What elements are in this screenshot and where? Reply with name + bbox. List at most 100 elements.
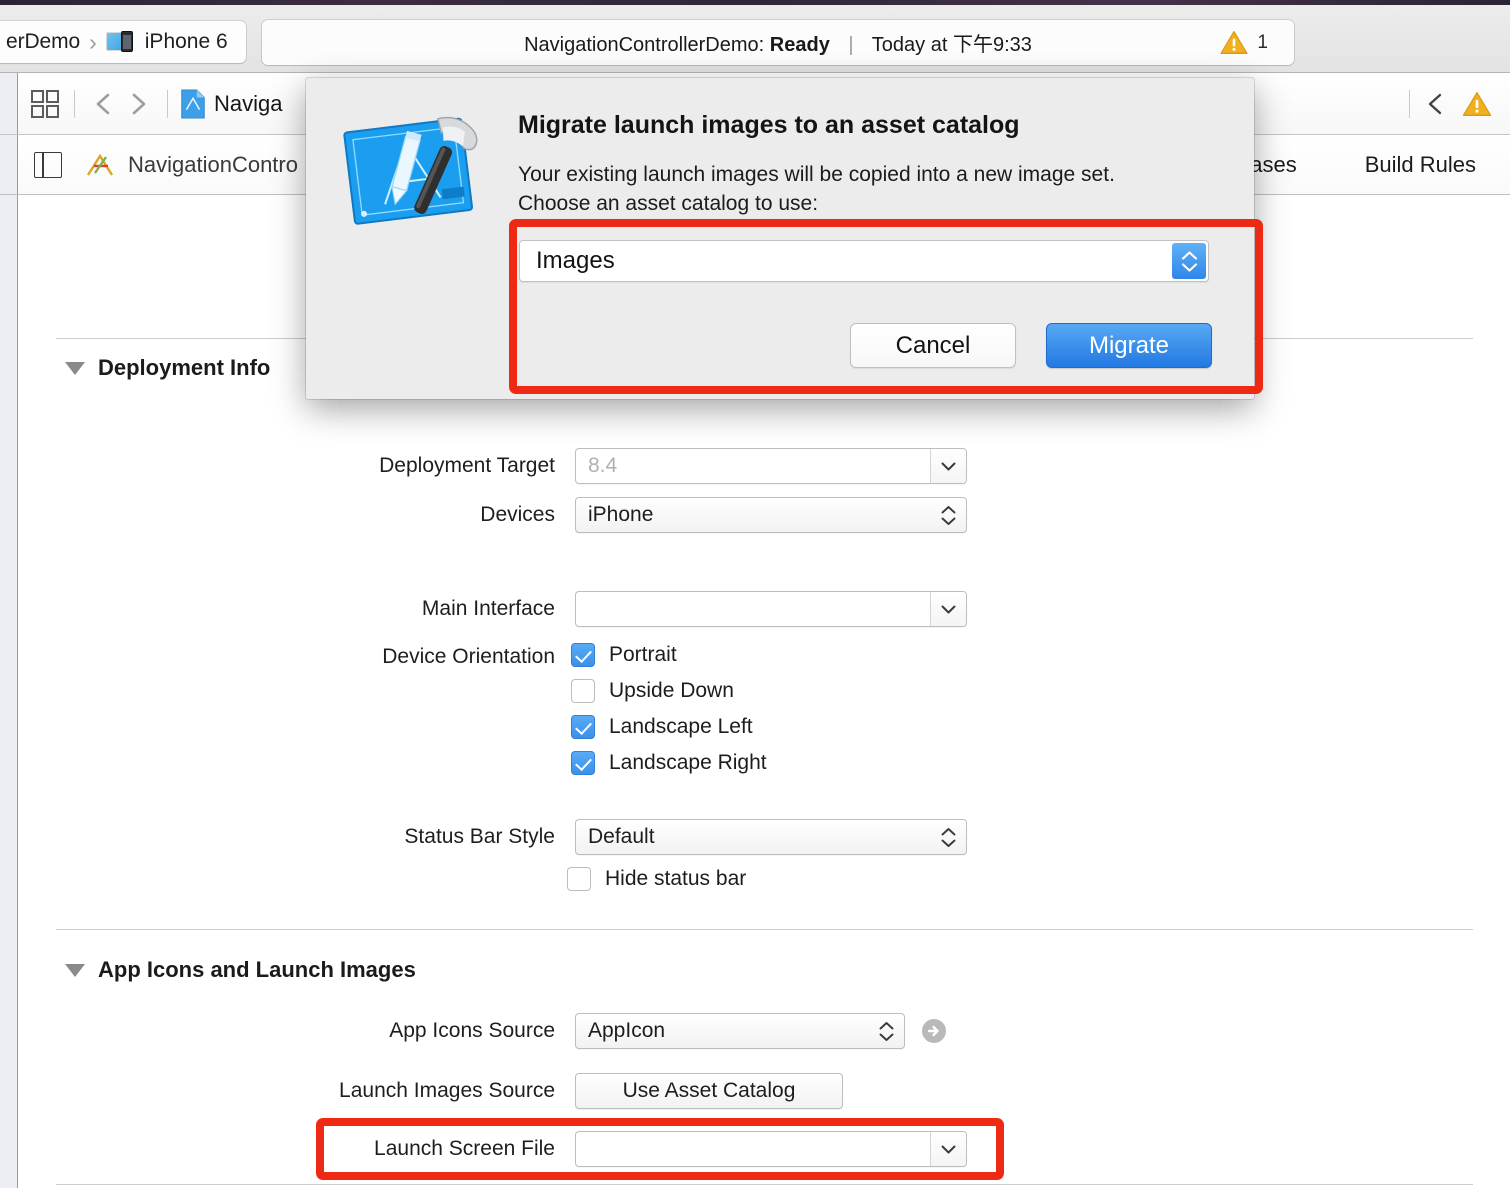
go-forward-button[interactable] bbox=[121, 87, 155, 121]
issue-counter[interactable]: 1 bbox=[1220, 20, 1268, 65]
row-deployment-target: Deployment Target 8.4 bbox=[325, 448, 967, 484]
checkbox-upside-down[interactable]: Upside Down bbox=[571, 679, 734, 703]
app-icons-source-value: AppIcon bbox=[588, 1019, 666, 1042]
breadcrumb-separator-icon: › bbox=[89, 28, 97, 55]
checkbox-hide-status-bar[interactable]: Hide status bar bbox=[567, 867, 746, 891]
checkbox-landscape-left[interactable]: Landscape Left bbox=[571, 715, 753, 739]
migrate-launch-images-dialog: Migrate launch images to an asset catalo… bbox=[306, 78, 1254, 399]
main-interface-combo[interactable] bbox=[575, 591, 967, 627]
label-launch-screen-file: Launch Screen File bbox=[374, 1137, 555, 1160]
chevron-up-down-icon bbox=[941, 820, 956, 854]
toolbar: erDemo › iPhone 6 NavigationControllerDe… bbox=[0, 5, 1510, 73]
disclosure-triangle-open-icon[interactable] bbox=[65, 963, 85, 977]
xcode-hammer-blueprint-icon bbox=[343, 116, 478, 225]
launch-screen-file-combo[interactable] bbox=[575, 1131, 967, 1167]
label-deployment-target: Deployment Target bbox=[379, 454, 555, 477]
checkbox-portrait-label: Portrait bbox=[609, 643, 677, 666]
warning-triangle-icon[interactable] bbox=[1462, 91, 1492, 117]
checkbox-landscape-right-box[interactable] bbox=[571, 751, 595, 775]
chevron-down-icon[interactable] bbox=[930, 449, 966, 483]
checkbox-landscape-left-label: Landscape Left bbox=[609, 715, 753, 738]
checkbox-hide-status-bar-label: Hide status bar bbox=[605, 867, 747, 890]
deployment-target-value: 8.4 bbox=[588, 454, 618, 477]
label-device-orientation: Device Orientation bbox=[382, 645, 555, 668]
section-divider-bottom bbox=[56, 1184, 1473, 1185]
scheme-project-label: erDemo bbox=[6, 30, 81, 53]
deployment-target-combo[interactable]: 8.4 bbox=[575, 448, 967, 484]
chevron-left-icon bbox=[96, 93, 110, 114]
row-launch-images-source: Launch Images Source Use Asset Catalog bbox=[325, 1073, 843, 1109]
row-devices: Devices iPhone bbox=[325, 497, 967, 533]
chevron-right-icon bbox=[132, 93, 146, 114]
checkbox-portrait[interactable]: Portrait bbox=[571, 643, 677, 667]
chevron-up-down-icon bbox=[941, 498, 956, 532]
status-state-label: Ready bbox=[769, 34, 830, 56]
dialog-message: Your existing launch images will be copi… bbox=[518, 163, 1115, 215]
jumpbar-divider-3 bbox=[1409, 89, 1410, 118]
hide-utilities-chevron-left-icon[interactable] bbox=[1424, 92, 1448, 116]
jumpbar-path-label[interactable]: Naviga bbox=[214, 91, 282, 117]
project-file-icon bbox=[181, 88, 205, 119]
scheme-destination-label: iPhone 6 bbox=[144, 30, 228, 53]
dialog-title: Migrate launch images to an asset catalo… bbox=[518, 111, 1020, 139]
section-header-app-icons[interactable]: App Icons and Launch Images bbox=[65, 957, 416, 983]
tab-build-rules[interactable]: Build Rules bbox=[1331, 152, 1510, 178]
row-main-interface: Main Interface bbox=[325, 591, 967, 627]
asset-catalog-popup-button[interactable]: Images bbox=[519, 240, 1209, 282]
jumpbar-divider-1 bbox=[74, 89, 75, 118]
section-header-deployment-info[interactable]: Deployment Info bbox=[65, 355, 270, 381]
migrate-button[interactable]: Migrate bbox=[1046, 323, 1212, 368]
navigator-gutter bbox=[0, 135, 18, 194]
section-divider-app-icons bbox=[56, 929, 1473, 930]
checkbox-portrait-box[interactable] bbox=[571, 643, 595, 667]
warning-count-label: 1 bbox=[1257, 31, 1268, 53]
arrow-right-circle-icon[interactable] bbox=[921, 1018, 947, 1044]
row-app-icons-source: App Icons Source AppIcon bbox=[325, 1013, 947, 1049]
checkbox-landscape-right-label: Landscape Right bbox=[609, 751, 767, 774]
go-back-button[interactable] bbox=[87, 87, 121, 121]
label-main-interface: Main Interface bbox=[421, 597, 555, 620]
status-text: NavigationControllerDemo: Ready | Today … bbox=[524, 28, 1032, 57]
section-title-deployment-info: Deployment Info bbox=[98, 355, 271, 380]
related-items-button[interactable] bbox=[28, 87, 62, 121]
iphone-simulator-icon bbox=[105, 31, 136, 53]
chevron-up-down-icon[interactable] bbox=[1172, 243, 1206, 279]
asset-catalog-value: Images bbox=[536, 247, 615, 274]
target-name-label: NavigationContro bbox=[128, 151, 298, 177]
label-app-icons-source: App Icons Source bbox=[389, 1019, 555, 1042]
checkbox-upside-down-label: Upside Down bbox=[609, 679, 734, 702]
navigator-toggle-icon[interactable] bbox=[34, 151, 62, 178]
scheme-selector[interactable]: erDemo › iPhone 6 bbox=[0, 21, 246, 63]
disclosure-triangle-open-icon[interactable] bbox=[65, 361, 85, 375]
status-project-label: NavigationControllerDemo: bbox=[524, 34, 765, 56]
xcode-project-icon bbox=[86, 153, 114, 176]
xcode-window: erDemo › iPhone 6 NavigationControllerDe… bbox=[0, 0, 1510, 1188]
chevron-down-icon[interactable] bbox=[930, 1132, 966, 1166]
checkbox-landscape-left-box[interactable] bbox=[571, 715, 595, 739]
related-items-icon bbox=[31, 89, 59, 118]
status-bar-style-value: Default bbox=[588, 825, 655, 848]
label-status-bar-style: Status Bar Style bbox=[404, 825, 555, 848]
activity-status-bar[interactable]: NavigationControllerDemo: Ready | Today … bbox=[262, 20, 1294, 65]
navigator-gutter bbox=[0, 73, 18, 134]
cancel-button[interactable]: Cancel bbox=[850, 323, 1016, 368]
label-devices: Devices bbox=[480, 503, 555, 526]
checkbox-landscape-right[interactable]: Landscape Right bbox=[571, 751, 767, 775]
jumpbar-divider-2 bbox=[167, 89, 168, 118]
row-launch-screen-file: Launch Screen File bbox=[325, 1131, 967, 1167]
devices-popup-button[interactable]: iPhone bbox=[575, 497, 967, 533]
app-icons-source-popup-button[interactable]: AppIcon bbox=[575, 1013, 905, 1049]
use-asset-catalog-button[interactable]: Use Asset Catalog bbox=[575, 1073, 843, 1109]
status-divider: | bbox=[848, 34, 854, 56]
label-launch-images-source: Launch Images Source bbox=[339, 1079, 555, 1102]
section-title-app-icons: App Icons and Launch Images bbox=[98, 957, 416, 982]
devices-value: iPhone bbox=[588, 503, 654, 526]
status-bar-style-popup-button[interactable]: Default bbox=[575, 819, 967, 855]
checkbox-upside-down-box[interactable] bbox=[571, 679, 595, 703]
navigator-gutter bbox=[0, 195, 18, 1188]
chevron-up-down-icon bbox=[879, 1014, 894, 1048]
row-status-bar-style: Status Bar Style Default bbox=[325, 819, 967, 855]
chevron-down-icon[interactable] bbox=[930, 592, 966, 626]
checkbox-hide-status-bar-box[interactable] bbox=[567, 867, 591, 891]
warning-triangle-icon bbox=[1220, 31, 1249, 54]
